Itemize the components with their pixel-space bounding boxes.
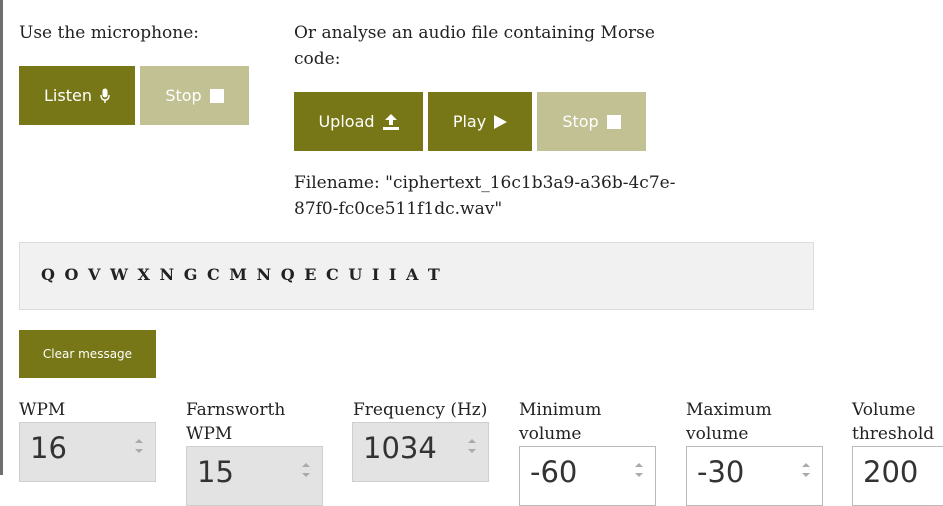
decoded-message-text: Q O V W X N G C M N Q E C U I I A T — [41, 265, 442, 284]
mic-stop-button[interactable]: Stop — [140, 66, 249, 125]
play-icon — [494, 114, 508, 129]
farnsworth-label: Farnsworth WPM — [186, 400, 286, 444]
clear-message-button[interactable]: Clear message — [19, 330, 156, 378]
frequency-value: 1034 — [363, 431, 437, 465]
min-volume-value: -60 — [530, 455, 578, 489]
wpm-spinner[interactable] — [135, 439, 143, 453]
farnsworth-input[interactable]: 15 — [186, 446, 323, 506]
window-edge — [0, 0, 3, 475]
frequency-label: Frequency (Hz) — [353, 400, 488, 420]
listen-button[interactable]: Listen — [19, 66, 135, 125]
upload-icon — [382, 113, 399, 130]
filename-line2: 87f0-fc0ce511f1dc.wav" — [294, 199, 503, 219]
play-button[interactable]: Play — [428, 92, 532, 151]
max-volume-input[interactable]: -30 — [686, 446, 823, 506]
max-volume-value: -30 — [697, 455, 745, 489]
stop-square-icon — [209, 88, 224, 103]
upload-button-label: Upload — [318, 112, 375, 131]
decoded-message-box: Q O V W X N G C M N Q E C U I I A T — [19, 242, 814, 310]
max-volume-label: Maximum volume — [686, 400, 772, 444]
wpm-label: WPM — [19, 400, 66, 420]
clear-message-label: Clear message — [42, 347, 133, 361]
volume-threshold-label: Volume threshold — [852, 400, 935, 444]
stop-square-icon — [606, 114, 621, 129]
wpm-value: 16 — [30, 431, 67, 465]
listen-button-label: Listen — [44, 86, 92, 105]
mic-stop-button-label: Stop — [165, 86, 202, 105]
min-volume-label: Minimum volume — [519, 400, 602, 444]
file-label-line1: Or analyse an audio file containing Mors… — [294, 23, 655, 43]
file-label-line2: code: — [294, 49, 341, 69]
file-stop-button[interactable]: Stop — [537, 92, 646, 151]
upload-button[interactable]: Upload — [294, 92, 423, 151]
frequency-spinner[interactable] — [468, 439, 476, 453]
frequency-input[interactable]: 1034 — [352, 422, 489, 482]
wpm-input[interactable]: 16 — [19, 422, 156, 482]
min-volume-input[interactable]: -60 — [519, 446, 656, 506]
filename-line1: Filename: "ciphertext_16c1b3a9-a36b-4c7e… — [294, 173, 676, 193]
microphone-icon — [100, 88, 110, 104]
volume-threshold-input[interactable]: 200 — [852, 446, 943, 506]
volume-threshold-value: 200 — [863, 455, 919, 489]
play-button-label: Play — [452, 112, 487, 131]
microphone-label: Use the microphone: — [19, 23, 200, 43]
farnsworth-value: 15 — [197, 455, 234, 489]
file-stop-button-label: Stop — [562, 112, 599, 131]
